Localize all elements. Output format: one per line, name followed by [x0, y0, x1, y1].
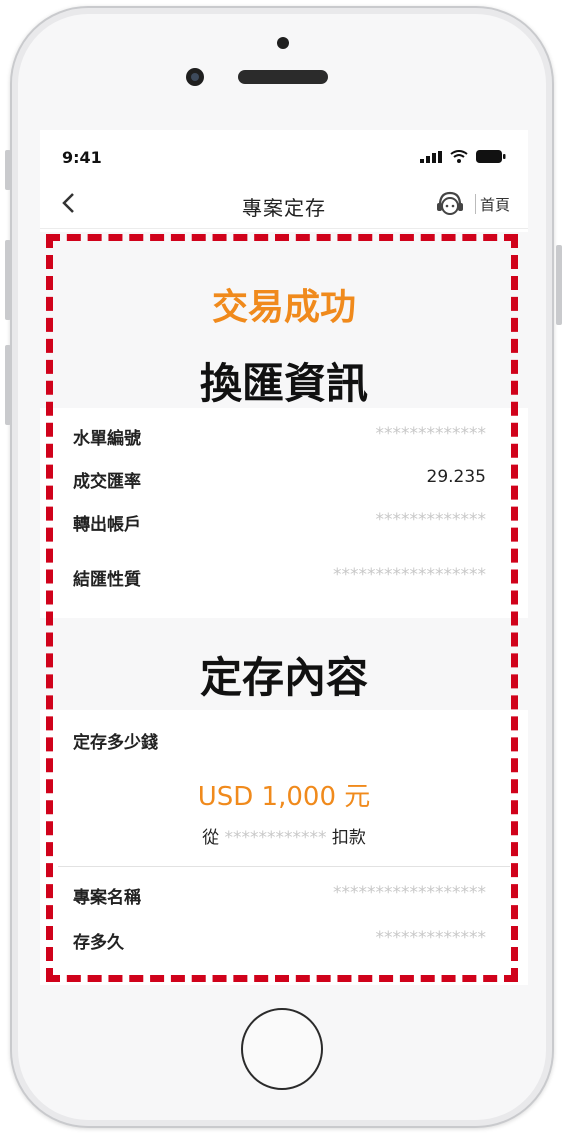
row-value: ******************: [333, 883, 486, 903]
row-label: 定存多少錢: [73, 733, 158, 753]
row-value: *************: [375, 928, 487, 948]
fx-row-receipt-no: 水單編號 *************: [73, 424, 486, 450]
fx-row-source-account: 轉出帳戶 *************: [73, 510, 486, 536]
row-value: 29.235: [426, 467, 486, 487]
row-value: ******************: [333, 565, 486, 585]
from-prefix: 從: [202, 828, 220, 848]
section-divider: [58, 866, 510, 867]
mute-switch: [5, 150, 11, 190]
content-area: 交易成功 換匯資訊 水單編號 ************* 成交匯率 29.235…: [40, 0, 528, 985]
success-title: 交易成功: [211, 287, 356, 328]
fx-row-exchange-rate: 成交匯率 29.235: [73, 467, 486, 493]
row-label: 專案名稱: [73, 888, 141, 908]
row-label: 結匯性質: [73, 570, 141, 590]
volume-up-button: [5, 240, 11, 320]
volume-down-button: [5, 345, 11, 425]
from-suffix: 扣款: [331, 828, 366, 848]
home-button[interactable]: [241, 1008, 323, 1090]
row-value: *************: [375, 510, 487, 530]
row-label: 轉出帳戶: [73, 515, 141, 535]
deposit-row-project-name: 專案名稱 ******************: [73, 883, 486, 909]
row-label: 成交匯率: [73, 472, 141, 492]
fx-section-title: 換匯資訊: [199, 359, 368, 408]
row-label: 水單編號: [73, 429, 141, 449]
row-label: 存多久: [73, 933, 124, 953]
fx-row-settlement-type: 結匯性質 ******************: [73, 565, 486, 591]
from-account: ************: [224, 828, 327, 848]
power-button: [556, 245, 562, 325]
deposit-row-term: 存多久 *************: [73, 928, 486, 954]
debit-account-line: 從 ************ 扣款: [40, 823, 528, 848]
row-value: *************: [375, 424, 487, 444]
deposit-section-title: 定存內容: [199, 653, 368, 702]
deposit-amount-row: 定存多少錢: [73, 728, 486, 754]
deposit-amount: USD 1,000 元: [197, 782, 371, 812]
